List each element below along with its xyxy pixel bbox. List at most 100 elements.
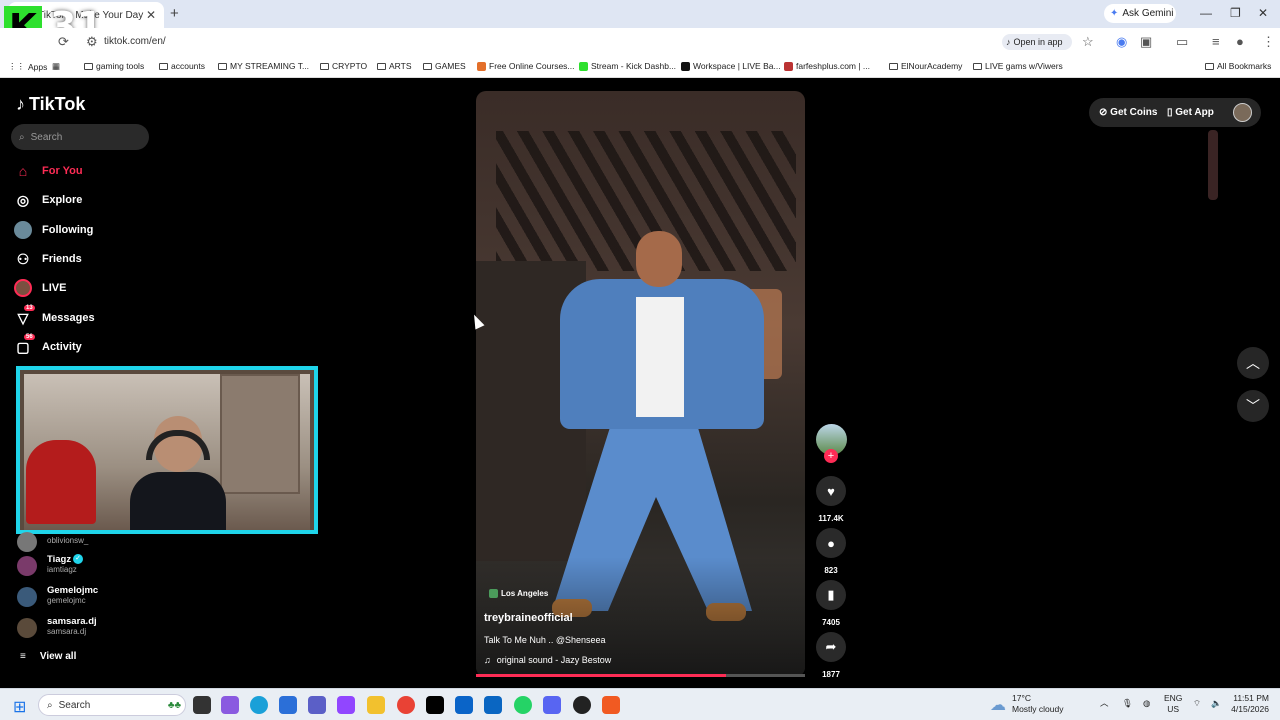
like-action[interactable]: ♥ 117.4K [815, 476, 847, 523]
volume-icon[interactable]: 🔈 [1211, 698, 1222, 709]
comment-icon[interactable]: ● [816, 528, 846, 558]
media-icon[interactable]: ≡ [1212, 34, 1220, 49]
plus-icon[interactable]: + [170, 5, 179, 22]
extension-icon[interactable]: ◉ [1116, 34, 1127, 50]
dancer-shirt [636, 297, 684, 417]
chevron-up-icon[interactable]: ︿ [1237, 347, 1269, 379]
chrome-icon[interactable] [397, 696, 415, 714]
teams-icon[interactable] [308, 696, 326, 714]
network-icon[interactable]: ◍ [1143, 698, 1150, 709]
search-input[interactable]: ⌕ Search [11, 124, 149, 150]
minimize-icon[interactable]: — [1200, 6, 1212, 20]
video-author[interactable]: treybraineofficial [484, 612, 573, 624]
video-sound[interactable]: ♫ original sound - Jazy Bestow [484, 655, 611, 665]
restore-icon[interactable]: ❐ [1230, 6, 1241, 20]
twitch-icon[interactable] [337, 696, 355, 714]
location-tag[interactable]: Los Angeles [489, 589, 548, 598]
puzzle-icon[interactable]: ▣ [1140, 34, 1152, 50]
bookmark-workspace[interactable]: Workspace | LIVE Ba... [681, 61, 781, 71]
get-coins-button[interactable]: ⊘ Get Coins [1099, 107, 1157, 118]
video-progress-bar[interactable] [476, 674, 805, 677]
get-app-button[interactable]: ▯ Get App [1167, 107, 1214, 118]
chevron-down-icon[interactable]: ﹀ [1237, 390, 1269, 422]
file-explorer-icon[interactable] [367, 696, 385, 714]
tab-close-icon[interactable]: ✕ [146, 8, 156, 22]
nav-live[interactable]: LIVE [14, 277, 214, 299]
nav-following[interactable]: Following [14, 219, 214, 241]
profile-avatar[interactable] [1233, 103, 1252, 122]
bookmark-games[interactable]: GAMES [423, 61, 466, 71]
share-icon[interactable]: ➦ [816, 632, 846, 662]
windows-start-icon[interactable]: ⊞ [13, 697, 26, 717]
bookmark-farfesh[interactable]: farfeshplus.com | ... [784, 61, 870, 71]
copilot-icon[interactable] [221, 696, 239, 714]
bookmark-elnour[interactable]: ElNourAcademy [889, 61, 962, 71]
address-bar[interactable]: tiktok.com/en/ [104, 36, 166, 47]
brave-icon[interactable] [602, 696, 620, 714]
bookmark-accounts[interactable]: accounts [159, 61, 205, 71]
obs-icon[interactable] [573, 696, 591, 714]
heart-icon[interactable]: ♥ [816, 476, 846, 506]
friends-icon: ⚇ [16, 250, 30, 267]
bookmark-courses[interactable]: Free Online Courses... [477, 61, 575, 71]
whatsapp-icon[interactable] [514, 696, 532, 714]
ask-gemini-button[interactable]: ✦ Ask Gemini [1104, 4, 1176, 23]
bookmark-action[interactable]: ▮ 7405 [815, 580, 847, 627]
open-in-app-button[interactable]: ♪ Open in app [1002, 34, 1072, 50]
share-action[interactable]: ➦ 1877 [815, 632, 847, 679]
linkedin-icon[interactable] [484, 696, 502, 714]
site-info-icon[interactable]: ⚙ [86, 34, 98, 50]
chevron-up-icon[interactable]: ︿ [1100, 698, 1109, 709]
tiktok-logo[interactable]: ♪ TikTok [16, 94, 85, 115]
view-all-button[interactable]: ≡ View all [20, 651, 76, 662]
following-account[interactable]: oblivionsw_ [17, 530, 217, 554]
star-icon[interactable]: ☆ [1082, 34, 1094, 50]
outlook-icon[interactable] [455, 696, 473, 714]
task-view-icon[interactable] [193, 696, 211, 714]
close-window-icon[interactable]: ✕ [1258, 6, 1268, 20]
account-handle: gemelojmc [47, 596, 86, 605]
bookmark-gaming-tools[interactable]: gaming tools [84, 61, 144, 71]
ask-gemini-label: Ask Gemini [1122, 8, 1174, 19]
profile-icon[interactable]: ● [1236, 34, 1244, 49]
apps-grid-icon: ⋮⋮ [8, 61, 25, 71]
bookmark-kick[interactable]: Stream - Kick Dashb... [579, 61, 676, 71]
nav-explore[interactable]: ◎ Explore [14, 189, 214, 211]
weather-widget[interactable]: 17°C Mostly cloudy [1012, 693, 1064, 715]
following-account[interactable]: Gemelojmc gemelojmc [17, 585, 217, 609]
cast-icon[interactable]: ▭ [1176, 34, 1188, 50]
bookmark-crypto[interactable]: CRYPTO [320, 61, 367, 71]
bookmark-arts[interactable]: ARTS [377, 61, 412, 71]
tiktok-small-icon: ♪ [1006, 37, 1011, 47]
follow-plus-icon[interactable]: + [824, 449, 838, 463]
discord-icon[interactable] [543, 696, 561, 714]
nav-friends[interactable]: ⚇ Friends [14, 248, 214, 270]
clock[interactable]: 11:51 PM 4/15/2026 [1227, 693, 1269, 715]
language-indicator[interactable]: ENG US [1164, 693, 1182, 715]
taskbar-search[interactable]: ⌕ Search ♣♣ [38, 694, 186, 716]
bookmark-grid[interactable]: ▦ [52, 61, 60, 72]
store-icon[interactable] [279, 696, 297, 714]
nav-for-you[interactable]: ⌂ For You [14, 160, 214, 182]
bookmark-apps[interactable]: ⋮⋮ Apps [8, 61, 47, 72]
next-video-preview [1208, 130, 1218, 200]
nav-activity[interactable]: ▢ 56 Activity [14, 334, 214, 358]
bookmark-live-games[interactable]: LIVE gams w/Viwers [973, 61, 1063, 71]
account-handle: iamtiagz [47, 565, 77, 574]
reload-icon[interactable]: ⟳ [58, 34, 69, 50]
nav-messages[interactable]: ▽ 13 Messages [14, 305, 214, 329]
wifi-icon[interactable]: ⌔ [1193, 698, 1201, 709]
comment-action[interactable]: ● 823 [815, 528, 847, 575]
folder-icon [84, 62, 93, 70]
microphone-icon[interactable]: 🎙 [1122, 698, 1133, 709]
edge-icon[interactable] [250, 696, 268, 714]
menu-icon[interactable]: ⋮ [1262, 34, 1275, 50]
messages-badge: 13 [24, 305, 35, 311]
following-avatar-icon [14, 221, 32, 239]
x-icon[interactable] [426, 696, 444, 714]
bookmark-icon[interactable]: ▮ [816, 580, 846, 610]
bookmark-streaming[interactable]: MY STREAMING T... [218, 61, 309, 71]
bookmark-all[interactable]: All Bookmarks [1205, 61, 1271, 71]
following-account[interactable]: samsara.dj samsara.dj [17, 616, 217, 640]
following-account[interactable]: Tiagz ✓ iamtiagz [17, 554, 217, 578]
